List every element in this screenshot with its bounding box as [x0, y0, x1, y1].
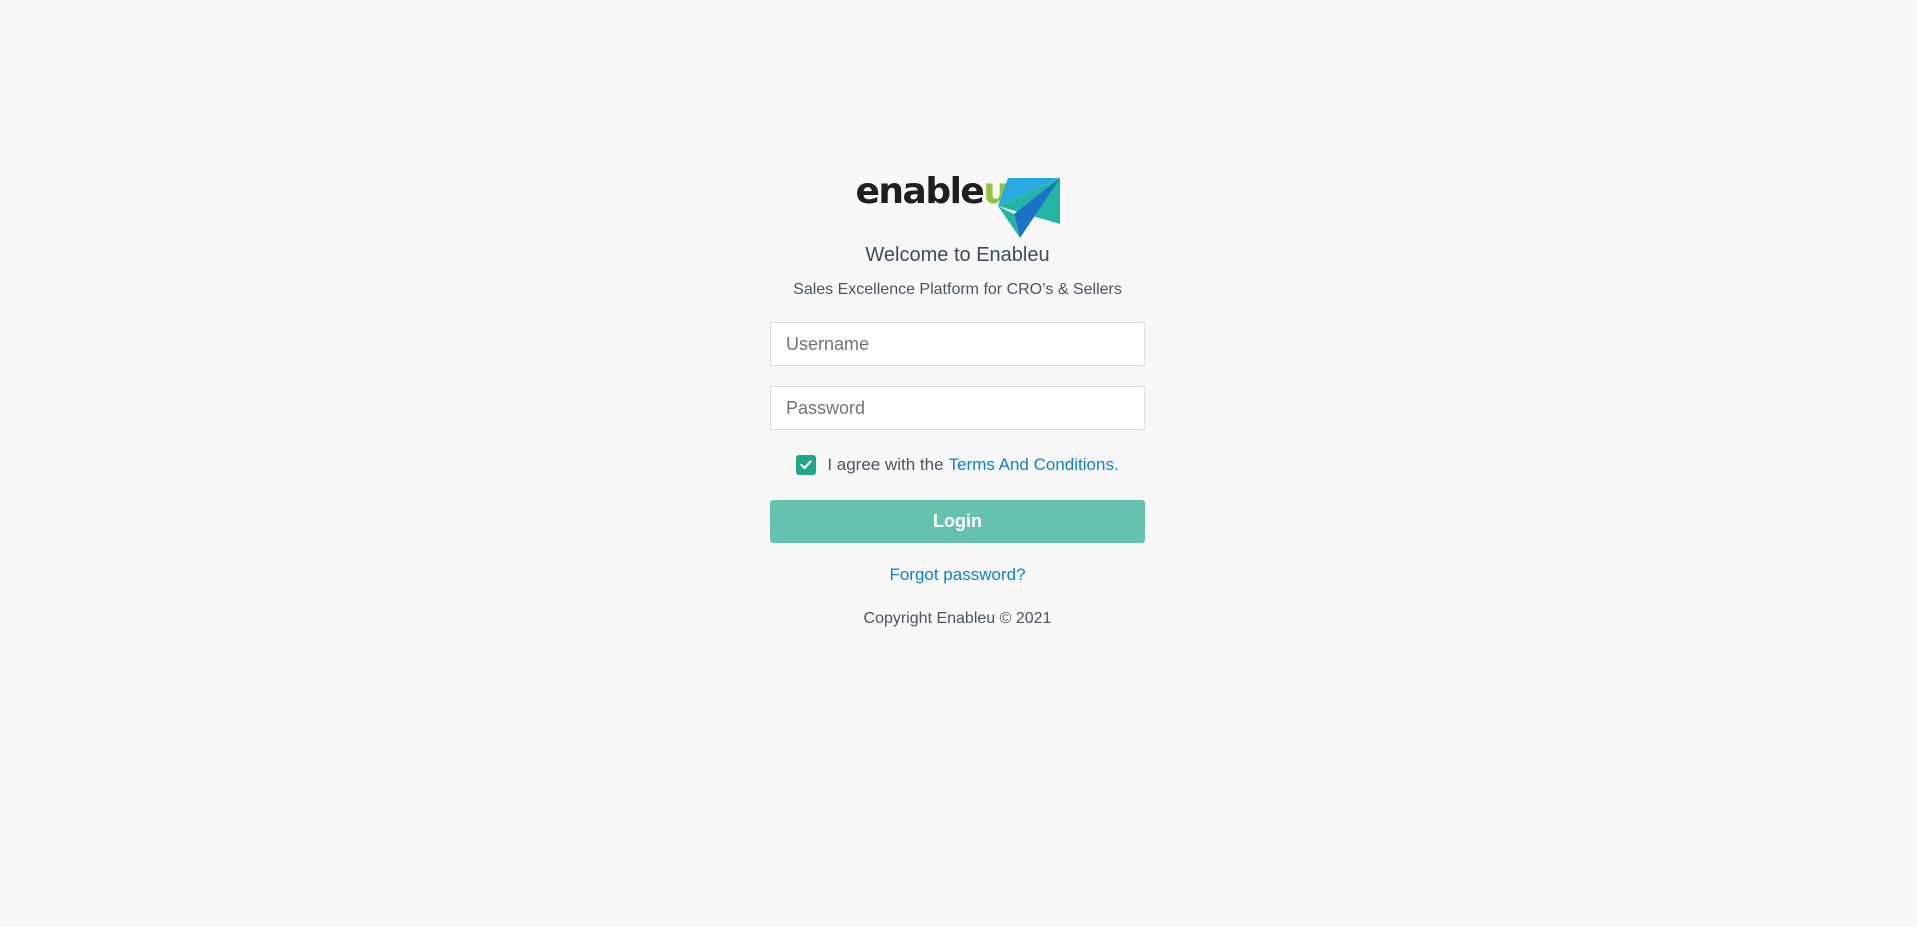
page-title: Welcome to Enableu [865, 244, 1050, 266]
login-card: enableu Welcome to Enableu Sales Excelle… [770, 172, 1145, 629]
logo-mark-icon [997, 178, 1060, 238]
login-button[interactable]: Login [770, 500, 1145, 543]
terms-agreement-row: I agree with the Terms And Conditions. [796, 455, 1119, 475]
username-input[interactable] [770, 322, 1145, 366]
enableu-logo: enableu [855, 171, 1060, 240]
agree-checkbox[interactable] [796, 455, 817, 475]
logo-wordmark: enableu [855, 171, 1009, 212]
check-icon [800, 460, 812, 470]
copyright-text: Copyright Enableu © 2021 [863, 610, 1052, 627]
terms-link[interactable]: Terms And Conditions. [949, 455, 1119, 475]
page-subtitle: Sales Excellence Platform for CRO’s & Se… [793, 281, 1122, 298]
login-page: enableu Welcome to Enableu Sales Excelle… [0, 0, 1917, 927]
password-input[interactable] [770, 386, 1145, 430]
forgot-password-link[interactable]: Forgot password? [889, 565, 1025, 585]
agree-label: I agree with the [827, 455, 944, 474]
logo-wordmark-main: enable [855, 171, 984, 212]
